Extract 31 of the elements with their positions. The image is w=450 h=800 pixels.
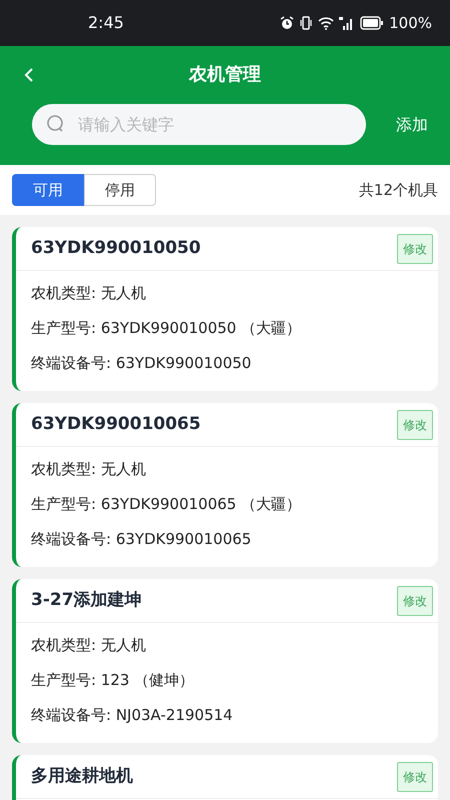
edit-button[interactable]: 修改 bbox=[397, 762, 433, 792]
machine-detail: 农机类型: 无人机 bbox=[31, 635, 147, 656]
wifi-icon bbox=[318, 16, 334, 30]
machine-detail: 农机类型: 无人机 bbox=[31, 459, 147, 480]
edit-button[interactable]: 修改 bbox=[397, 410, 433, 440]
machine-name: 63YDK990010065 bbox=[31, 412, 201, 436]
filter-tab[interactable]: 停用 bbox=[84, 174, 156, 206]
page-title: 农机管理 bbox=[189, 62, 261, 86]
edit-button[interactable]: 修改 bbox=[397, 234, 433, 264]
battery-percent: 100% bbox=[389, 12, 432, 34]
alarm-icon bbox=[280, 16, 294, 30]
status-time: 2:45 bbox=[88, 12, 124, 34]
machine-name: 多用途耕地机 bbox=[31, 764, 133, 788]
machine-detail: 终端设备号: NJ03A-2190514 bbox=[31, 705, 234, 726]
machine-detail: 终端设备号: 63YDK990010065 bbox=[31, 529, 252, 550]
machine-name: 63YDK990010050 bbox=[31, 236, 201, 260]
machine-detail: 生产型号: 63YDK990010065 （大疆） bbox=[31, 494, 302, 515]
edit-button[interactable]: 修改 bbox=[397, 586, 433, 616]
machine-detail: 终端设备号: 63YDK990010050 bbox=[31, 353, 252, 374]
add-button[interactable]: 添加 bbox=[394, 112, 430, 136]
machine-detail: 农机类型: 无人机 bbox=[31, 283, 147, 304]
search-field[interactable]: 请输入关键字 bbox=[32, 104, 366, 145]
vibrate-icon bbox=[299, 16, 314, 30]
search-icon bbox=[46, 114, 66, 134]
battery-icon bbox=[360, 16, 384, 30]
total-count: 共12个机具 bbox=[358, 180, 438, 201]
back-icon[interactable] bbox=[23, 67, 35, 83]
filter-tab[interactable]: 可用 bbox=[12, 174, 84, 206]
machine-detail: 生产型号: 123 （健坤） bbox=[31, 670, 196, 691]
machine-detail: 生产型号: 63YDK990010050 （大疆） bbox=[31, 318, 302, 339]
machine-name: 3-27添加建坤 bbox=[31, 588, 142, 612]
